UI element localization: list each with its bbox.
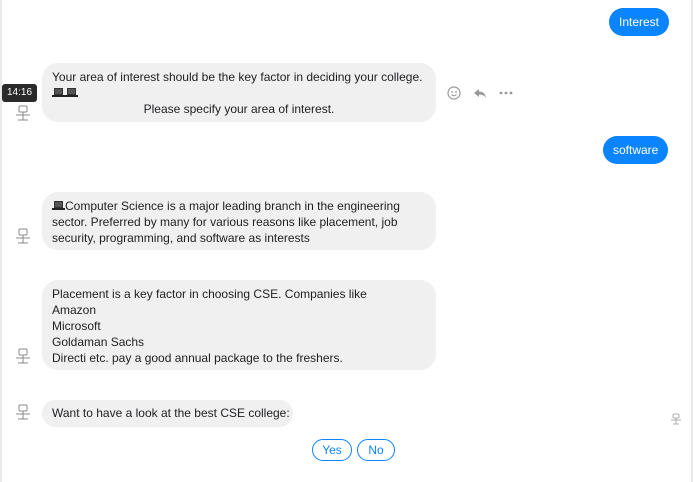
bot-message-line: Please specify your area of interest.	[143, 102, 335, 116]
bot-message-line: Microsoft	[52, 319, 101, 333]
laptop-emoji-pair	[52, 85, 426, 101]
bot-message-line: sector. Preferred by many for various re…	[52, 215, 398, 229]
bot-message-line: Want to have a look at the best CSE coll…	[52, 406, 290, 420]
user-message-software: software	[603, 136, 669, 164]
yes-button[interactable]: Yes	[312, 439, 352, 461]
no-button[interactable]: No	[357, 439, 395, 461]
user-message-text: Interest	[619, 15, 660, 29]
bot-message-line: Placement is a key factor in choosing CS…	[52, 287, 367, 301]
bot-message-best-cse: Want to have a look at the best CSE coll…	[42, 400, 293, 427]
bot-message-line: security, programming, and software as i…	[52, 231, 310, 245]
bot-message-line: Computer Science is a major leading bran…	[52, 198, 426, 214]
robot-avatar-icon	[14, 403, 32, 423]
user-message-interest: Interest	[609, 8, 670, 36]
bot-message-line: Directi etc. pay a good annual package t…	[52, 351, 343, 365]
reply-icon[interactable]	[472, 85, 488, 101]
laptop-icon	[52, 201, 65, 210]
more-options-icon[interactable]	[498, 85, 514, 101]
bot-message-line: Goldaman Sachs	[52, 335, 145, 349]
robot-avatar-icon	[14, 104, 32, 124]
smiley-icon[interactable]	[446, 85, 462, 101]
message-actions	[446, 85, 514, 101]
bot-message-text: Computer Science is a major leading bran…	[65, 199, 400, 213]
robot-avatar-icon	[14, 347, 32, 367]
laptop-icon	[52, 88, 65, 97]
bot-message-computer-science: Computer Science is a major leading bran…	[42, 192, 436, 250]
user-message-text: software	[613, 143, 659, 157]
laptop-icon	[65, 88, 78, 97]
bot-message-placement: Placement is a key factor in choosing CS…	[42, 280, 436, 370]
robot-avatar-icon	[671, 413, 681, 425]
left-edge-divider	[0, 0, 2, 482]
bot-message-area-of-interest: Your area of interest should be the key …	[42, 63, 436, 122]
robot-avatar-icon	[14, 227, 32, 247]
bot-message-line: Your area of interest should be the key …	[52, 70, 423, 84]
bot-message-line: Amazon	[52, 303, 97, 317]
message-timestamp: 14:16	[2, 84, 37, 102]
